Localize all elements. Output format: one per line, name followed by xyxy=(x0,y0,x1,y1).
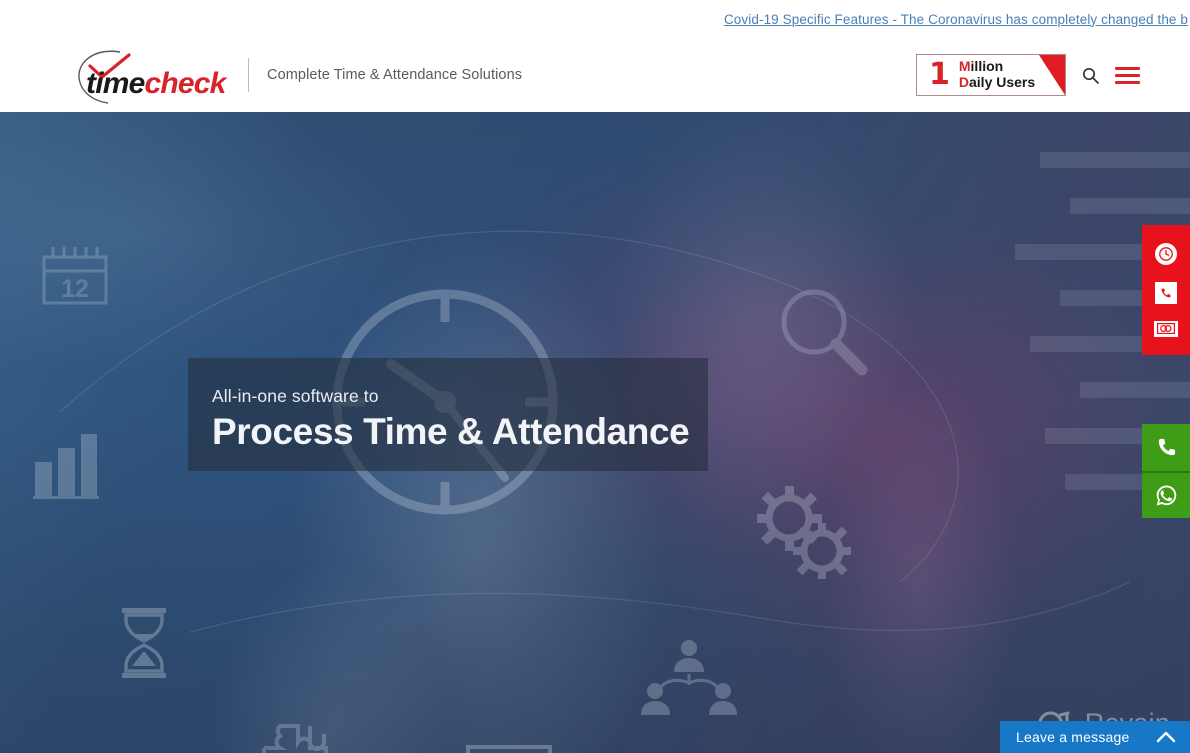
hourglass-icon xyxy=(118,608,170,678)
header-divider xyxy=(248,58,249,92)
search-button[interactable] xyxy=(1082,67,1099,84)
logo-word-time: time xyxy=(86,67,145,100)
header-actions: 1 Million Daily Users xyxy=(916,54,1140,96)
hero-kicker: All-in-one software to xyxy=(212,386,379,406)
badge-text: Million Daily Users xyxy=(958,58,1036,91)
announcement-bar: Covid-19 Specific Features - The Coronav… xyxy=(0,0,1190,38)
search-icon xyxy=(1082,67,1099,84)
chat-widget-label: Leave a message xyxy=(1016,729,1130,745)
calendar-icon: 12 xyxy=(40,245,110,307)
call-phone-icon[interactable] xyxy=(1142,424,1190,471)
puzzle-pieces-icon xyxy=(256,718,342,753)
badge-line2-rest: aily Users xyxy=(969,74,1036,90)
chat-widget-bar[interactable]: Leave a message xyxy=(1000,721,1190,753)
whatsapp-icon[interactable] xyxy=(1142,471,1190,518)
page-root: Covid-19 Specific Features - The Coronav… xyxy=(0,0,1190,753)
hero-banner: 12 All-in-one software to Process Time &… xyxy=(0,112,1190,753)
payroll-money-icon[interactable] xyxy=(1154,320,1178,337)
badge-line-million: Million xyxy=(958,58,1035,75)
phone-message-icon[interactable] xyxy=(1155,281,1177,304)
menu-button[interactable] xyxy=(1115,66,1140,84)
svg-text:12: 12 xyxy=(61,275,89,303)
badge-accent-triangle xyxy=(1039,55,1065,95)
magnifier-icon xyxy=(776,284,868,376)
site-logo[interactable]: timecheck xyxy=(74,46,234,104)
bar-chart-icon xyxy=(33,430,99,500)
badge-line2-cap: D xyxy=(958,74,969,90)
logo-word-check: check xyxy=(144,67,227,100)
site-header: timecheck Complete Time & Attendance Sol… xyxy=(0,38,1190,112)
team-hierarchy-icon xyxy=(641,639,737,725)
daily-users-badge: 1 Million Daily Users xyxy=(916,54,1066,96)
badge-number: 1 xyxy=(929,56,950,92)
badge-line1-rest: illion xyxy=(970,58,1004,75)
gears-icon xyxy=(752,484,857,584)
badge-line-daily-users: Daily Users xyxy=(958,74,1036,91)
hamburger-menu-icon xyxy=(1115,66,1140,84)
quick-actions-rail-green xyxy=(1142,424,1190,518)
quick-actions-rail-red xyxy=(1142,225,1190,355)
logo-wordmark: timecheck xyxy=(86,69,226,99)
hero-title: Process Time & Attendance xyxy=(212,411,690,452)
chevron-up-icon[interactable] xyxy=(1156,731,1176,743)
time-tracking-icon[interactable] xyxy=(1155,243,1177,266)
site-tagline: Complete Time & Attendance Solutions xyxy=(267,67,523,83)
hero-caption-box: All-in-one software to Process Time & At… xyxy=(188,358,708,471)
announcement-link[interactable]: Covid-19 Specific Features - The Coronav… xyxy=(724,12,1188,27)
badge-line1-cap: M xyxy=(958,58,971,75)
line-chart-frame-icon xyxy=(466,745,552,753)
